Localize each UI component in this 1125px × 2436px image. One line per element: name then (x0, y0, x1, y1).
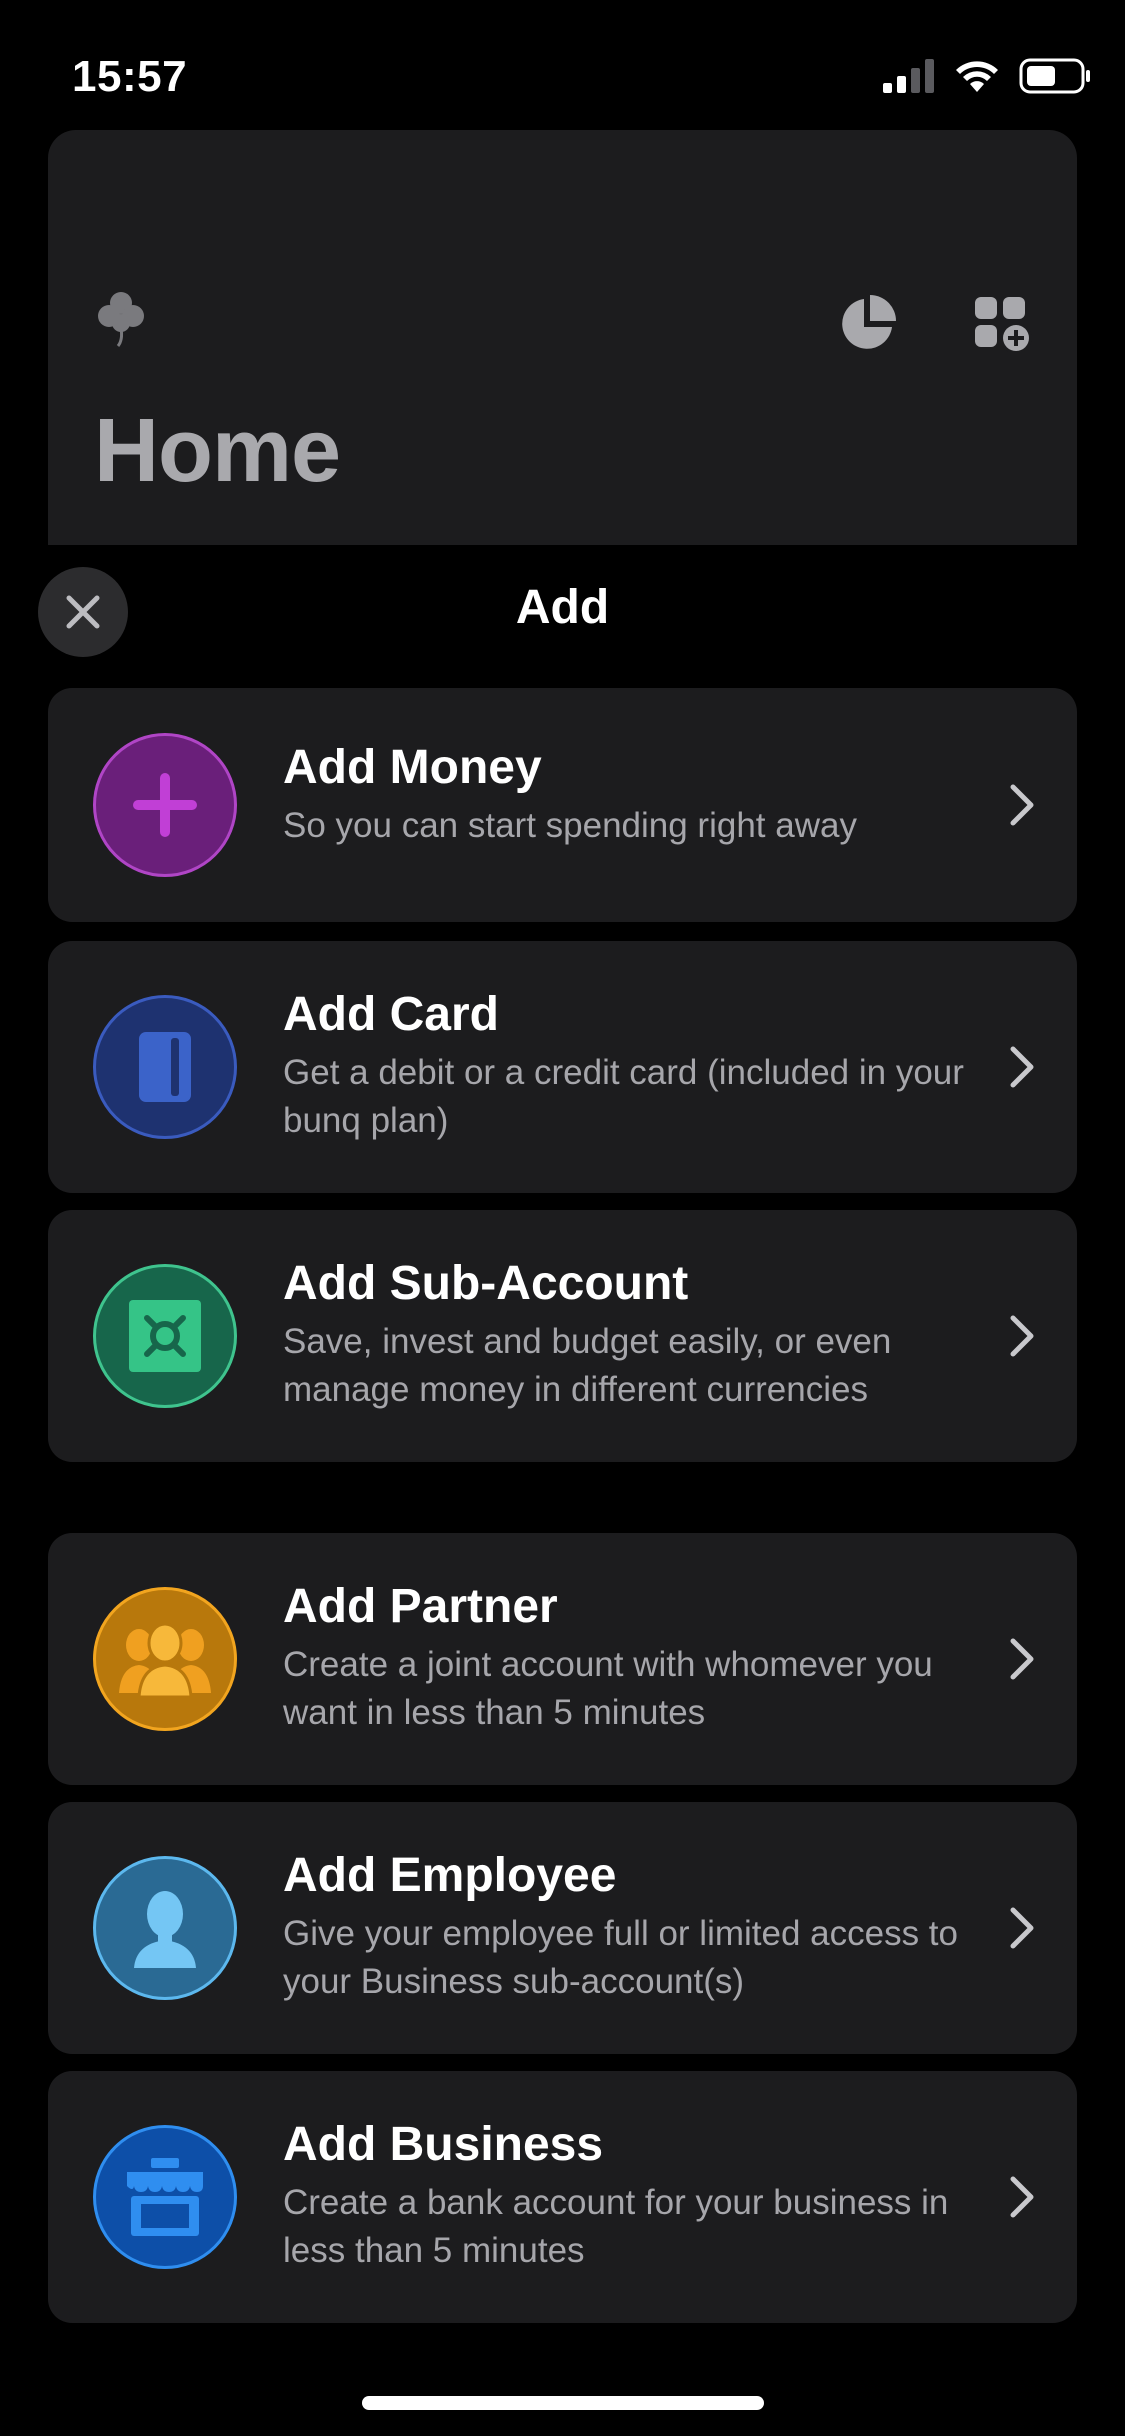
status-icons (883, 58, 1091, 94)
person-icon (93, 1856, 237, 2000)
add-employee-option[interactable]: Add Employee Give your employee full or … (48, 1802, 1077, 2054)
add-partner-option[interactable]: Add Partner Create a joint account with … (48, 1533, 1077, 1785)
home-card: Home (48, 130, 1077, 545)
signal-icon (883, 59, 934, 93)
plus-icon (93, 733, 237, 877)
option-description: Create a joint account with whomever you… (283, 1645, 933, 1732)
add-sub-account-option[interactable]: Add Sub-Account Save, invest and budget … (48, 1210, 1077, 1462)
status-time: 15:57 (72, 52, 188, 101)
chevron-right-icon (1010, 1638, 1034, 1680)
option-title: Add Partner (283, 1580, 558, 1633)
option-description: So you can start spending right away (283, 806, 857, 845)
option-description: Give your employee full or limited acces… (283, 1914, 958, 2001)
safe-icon (93, 1264, 237, 1408)
chevron-right-icon (1010, 1315, 1034, 1357)
option-description: Create a bank account for your business … (283, 2183, 949, 2270)
option-title: Add Money (283, 741, 542, 794)
add-money-option[interactable]: Add Money So you can start spending righ… (48, 688, 1077, 922)
storefront-icon (93, 2125, 237, 2269)
battery-icon (1019, 58, 1090, 94)
home-title: Home (94, 401, 341, 501)
chevron-right-icon (1010, 1046, 1034, 1088)
chevron-right-icon (1010, 1907, 1034, 1949)
add-business-option[interactable]: Add Business Create a bank account for y… (48, 2071, 1077, 2323)
status-bar: 15:57 (0, 0, 1125, 150)
people-icon (93, 1587, 237, 1731)
option-description: Get a debit or a credit card (included i… (283, 1053, 964, 1140)
chevron-right-icon (1010, 784, 1034, 826)
option-title: Add Sub-Account (283, 1257, 689, 1310)
pie-chart-icon[interactable] (838, 295, 896, 353)
wifi-icon (956, 61, 998, 92)
clover-icon (98, 292, 144, 347)
option-title: Add Business (283, 2118, 604, 2171)
add-widget-icon[interactable] (973, 295, 1033, 355)
option-title: Add Card (283, 988, 499, 1041)
add-card-option[interactable]: Add Card Get a debit or a credit card (i… (48, 941, 1077, 1193)
option-description: Save, invest and budget easily, or even … (283, 1322, 892, 1409)
home-indicator[interactable] (362, 2396, 764, 2410)
chevron-right-icon (1010, 2176, 1034, 2218)
card-icon (93, 995, 237, 1139)
option-title: Add Employee (283, 1849, 617, 1902)
sheet-title: Add (515, 581, 610, 634)
